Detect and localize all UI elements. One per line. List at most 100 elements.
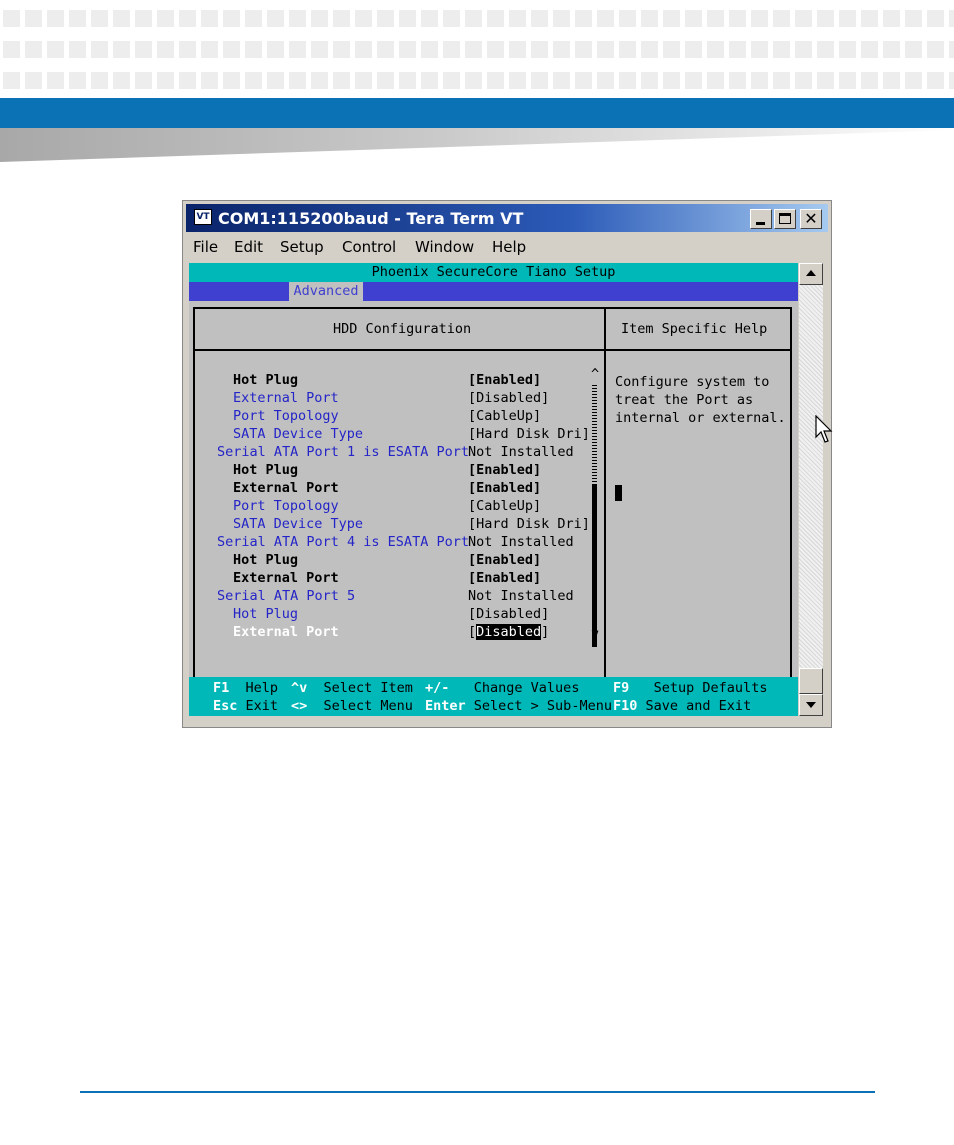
header-dot — [135, 10, 152, 27]
setting-label[interactable]: External Port — [233, 569, 339, 587]
minimize-button[interactable] — [750, 209, 772, 229]
header-dot — [201, 41, 218, 58]
menu-window[interactable]: Window — [415, 238, 474, 256]
header-dot — [619, 10, 636, 27]
setting-value[interactable]: [CableUp] — [468, 407, 541, 425]
setting-label[interactable]: Hot Plug — [233, 551, 298, 569]
header-dot — [91, 72, 108, 89]
header-blue-band — [0, 98, 954, 128]
scroll-up-button[interactable] — [799, 263, 823, 285]
setting-label[interactable]: SATA Device Type — [233, 425, 363, 443]
setting-value[interactable]: [Enabled] — [468, 371, 541, 389]
header-dot — [619, 41, 636, 58]
header-dot — [3, 10, 20, 27]
header-dot — [663, 72, 680, 89]
header-dot — [377, 10, 394, 27]
header-dot — [157, 72, 174, 89]
arrow-up-icon — [806, 270, 816, 276]
header-dot — [905, 41, 922, 58]
header-dot — [157, 10, 174, 27]
header-dot — [751, 41, 768, 58]
setting-value[interactable]: [Enabled] — [468, 569, 541, 587]
header-dot — [773, 10, 790, 27]
header-dot — [69, 72, 86, 89]
setting-value[interactable]: [Hard Disk Dri] — [468, 515, 590, 533]
setting-label[interactable]: Serial ATA Port 5 — [217, 587, 355, 605]
setting-value[interactable]: [Disabled] — [468, 389, 549, 407]
header-dot — [47, 41, 64, 58]
maximize-button[interactable] — [774, 209, 796, 229]
header-dot — [47, 10, 64, 27]
key-hint: +/- Change Values — [425, 679, 579, 697]
mouse-pointer-icon — [815, 415, 833, 443]
setting-label[interactable]: Port Topology — [233, 407, 339, 425]
header-dot — [927, 10, 944, 27]
key-desc: Select Menu — [323, 698, 413, 714]
setting-label[interactable]: SATA Device Type — [233, 515, 363, 533]
window-vertical-scrollbar[interactable] — [799, 263, 823, 716]
setting-label[interactable]: External Port — [233, 479, 339, 497]
selected-setting-label[interactable]: External Port — [233, 623, 339, 641]
setting-value[interactable]: [Enabled] — [468, 461, 541, 479]
setting-label[interactable]: Hot Plug — [233, 371, 298, 389]
menu-file[interactable]: File — [193, 238, 218, 256]
tab-advanced[interactable]: Advanced — [289, 282, 363, 301]
text-cursor — [615, 485, 622, 501]
tera-term-app-icon[interactable]: VT — [194, 209, 212, 225]
scroll-down-button[interactable] — [799, 694, 823, 716]
setting-value[interactable]: [Enabled] — [468, 479, 541, 497]
title-bar[interactable]: VT COM1:115200baud - Tera Term VT ✕ — [186, 204, 828, 232]
menu-help[interactable]: Help — [492, 238, 526, 256]
header-dot — [861, 72, 878, 89]
header-dot — [443, 72, 460, 89]
header-dot — [707, 72, 724, 89]
menu-setup[interactable]: Setup — [280, 238, 324, 256]
terminal-screen[interactable]: Phoenix SecureCore Tiano Setup Advanced … — [189, 263, 798, 716]
header-dot — [927, 72, 944, 89]
header-dot — [861, 41, 878, 58]
setting-label[interactable]: Port Topology — [233, 497, 339, 515]
selected-setting-value[interactable]: [Disabled] — [468, 623, 549, 641]
key-hint: F1 Help — [213, 679, 278, 697]
header-dot — [641, 10, 658, 27]
menu-control[interactable]: Control — [342, 238, 396, 256]
header-dot — [839, 72, 856, 89]
header-dot — [751, 10, 768, 27]
minimize-icon — [756, 222, 765, 225]
close-button[interactable]: ✕ — [800, 209, 822, 229]
setting-label[interactable]: Hot Plug — [233, 461, 298, 479]
setting-value: Not Installed — [468, 444, 574, 460]
header-dot — [641, 41, 658, 58]
setting-value[interactable]: [CableUp] — [468, 497, 541, 515]
header-dot — [597, 41, 614, 58]
header-dot — [553, 72, 570, 89]
close-icon: ✕ — [804, 209, 818, 228]
header-dot — [289, 41, 306, 58]
header-dot — [795, 72, 812, 89]
setting-value[interactable]: [Enabled] — [468, 551, 541, 569]
setting-label[interactable]: Serial ATA Port 1 is ESATA Port — [217, 443, 469, 461]
header-dot — [883, 72, 900, 89]
setting-value[interactable]: [Disabled] — [468, 605, 549, 623]
menu-edit[interactable]: Edit — [234, 238, 263, 256]
key-name: F9 — [613, 680, 630, 696]
key-desc: Select > Sub-Menu — [473, 698, 612, 714]
header-dot — [619, 72, 636, 89]
header-dot — [685, 72, 702, 89]
setting-label[interactable]: Hot Plug — [233, 605, 298, 623]
setting-label[interactable]: External Port — [233, 389, 339, 407]
header-dot — [3, 41, 20, 58]
scroll-up-indicator: ^ — [591, 366, 600, 382]
header-dot — [531, 10, 548, 27]
scrollbar-thumb[interactable] — [799, 668, 823, 694]
header-dot-row — [0, 10, 954, 27]
terminal-window: VT COM1:115200baud - Tera Term VT ✕ File… — [182, 200, 833, 728]
setting-label[interactable]: Serial ATA Port 4 is ESATA Port — [217, 533, 469, 551]
header-dot — [311, 72, 328, 89]
header-dot — [3, 72, 20, 89]
setting-value[interactable]: [Hard Disk Dri] — [468, 425, 590, 443]
header-dot — [597, 72, 614, 89]
header-dot — [949, 10, 954, 27]
key-desc: Exit — [245, 698, 279, 714]
header-dot — [179, 72, 196, 89]
